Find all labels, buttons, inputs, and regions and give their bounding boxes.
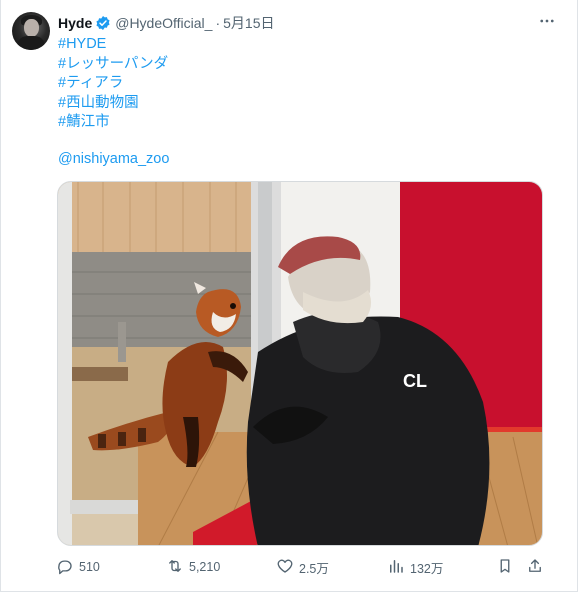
retweet-icon <box>166 557 184 578</box>
handle[interactable]: @HydeOfficial_ <box>115 15 212 31</box>
hashtag-tiara[interactable]: #ティアラ <box>58 74 168 94</box>
share-button[interactable] <box>526 557 544 577</box>
more-options-icon[interactable] <box>536 10 558 32</box>
retweet-button[interactable]: 5,210 <box>166 557 220 577</box>
mention-link[interactable]: @nishiyama_zoo <box>58 151 169 167</box>
avatar-face <box>24 19 39 37</box>
bookmark-icon <box>496 557 514 578</box>
hashtag-hyde[interactable]: #HYDE <box>58 35 168 55</box>
separator-dot: · <box>215 15 221 31</box>
views-icon <box>387 557 405 578</box>
views-button[interactable]: 132万 <box>387 557 443 577</box>
hashtag-sabae-city[interactable]: #鯖江市 <box>58 113 168 133</box>
hashtag-nishiyama-zoo[interactable]: #西山動物園 <box>58 94 168 114</box>
tweet-header: Hyde @HydeOfficial_ · 5月15日 <box>58 13 274 33</box>
bookmark-button[interactable] <box>496 557 514 577</box>
verified-badge-icon <box>95 15 111 31</box>
views-count: 132万 <box>410 561 444 576</box>
share-icon <box>526 557 544 578</box>
tweet-date[interactable]: 5月15日 <box>223 13 274 33</box>
avatar-body <box>18 36 44 50</box>
tweet-photo[interactable]: CL <box>57 181 543 546</box>
heart-icon <box>276 557 294 578</box>
tweet-text: #HYDE #レッサーパンダ #ティアラ #西山動物園 #鯖江市 <box>58 35 168 133</box>
avatar[interactable] <box>12 12 50 50</box>
svg-text:CL: CL <box>403 371 427 391</box>
reply-button[interactable]: 510 <box>56 557 100 577</box>
reply-icon <box>56 557 74 578</box>
like-count: 2.5万 <box>299 561 329 576</box>
reply-count: 510 <box>79 560 100 574</box>
retweet-count: 5,210 <box>189 560 221 574</box>
like-button[interactable]: 2.5万 <box>276 557 329 577</box>
tweet-actions: 510 5,210 2.5万 132万 <box>56 557 546 577</box>
hashtag-red-panda[interactable]: #レッサーパンダ <box>58 55 168 75</box>
display-name[interactable]: Hyde <box>58 15 92 31</box>
